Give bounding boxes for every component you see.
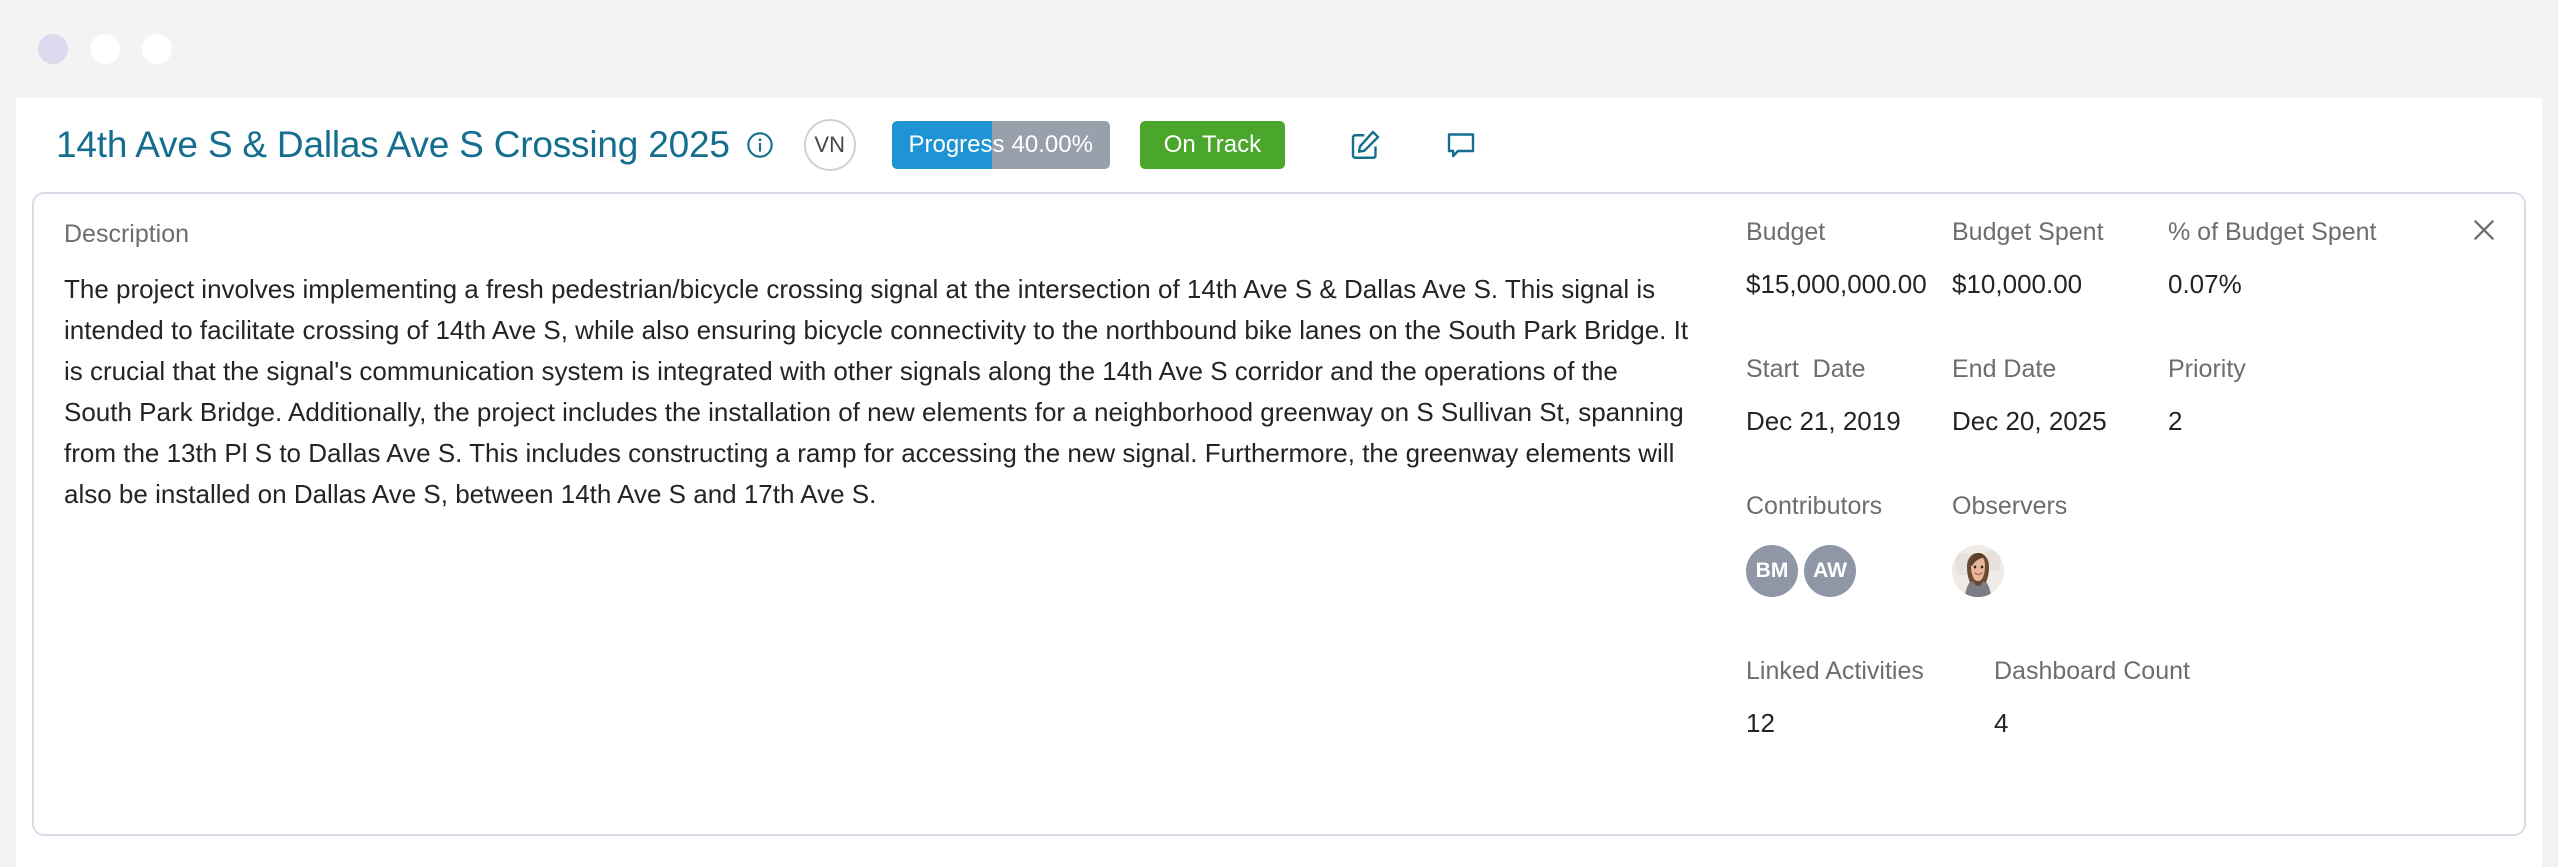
progress-bar-labels: Progress 40.00%: [892, 131, 1110, 159]
page-title: 14th Ave S & Dallas Ave S Crossing 2025: [56, 124, 730, 165]
description-label: Description: [64, 220, 190, 248]
budget-field: Budget $15,000,000.00: [1746, 218, 1952, 299]
observer-avatar-photo[interactable]: [1952, 545, 2004, 597]
window-chrome: [0, 0, 2558, 98]
window-dot-3[interactable]: [142, 34, 172, 64]
observers-label: Observers: [1952, 492, 2068, 520]
app-root: 14th Ave S & Dallas Ave S Crossing 2025 …: [0, 0, 2558, 867]
budget-spent-label: Budget Spent: [1952, 218, 2104, 246]
budget-label: Budget: [1746, 218, 1826, 246]
edit-pencil-icon[interactable]: [1345, 125, 1385, 165]
pct-budget-spent-value: 0.07%: [2168, 269, 2242, 299]
pct-budget-spent-label: % of Budget Spent: [2168, 218, 2377, 246]
description-section: Description The project involves impleme…: [34, 194, 1714, 515]
project-detail-card: Description The project involves impleme…: [32, 192, 2526, 836]
meta-row-dates: Start Date Dec 21, 2019 End Date Dec 20,…: [1746, 355, 2506, 436]
end-date-label: End Date: [1952, 355, 2057, 383]
start-date-value: Dec 21, 2019: [1746, 406, 1901, 436]
start-date-field: Start Date Dec 21, 2019: [1746, 355, 1952, 436]
meta-row-counts: Linked Activities 12 Dashboard Count 4: [1746, 657, 2506, 738]
dashboard-count-label: Dashboard Count: [1994, 657, 2190, 685]
observers-field: Observers: [1952, 494, 2067, 597]
priority-field: Priority 2: [2168, 355, 2246, 436]
info-icon[interactable]: [746, 131, 774, 159]
budget-spent-value: $10,000.00: [1952, 269, 2083, 299]
status-badge-label: On Track: [1163, 131, 1262, 158]
observers-avatar-stack: [1952, 545, 2067, 597]
status-badge[interactable]: On Track: [1139, 121, 1286, 169]
priority-value: 2: [2168, 406, 2183, 436]
project-meta-panel: Budget $15,000,000.00 Budget Spent $10,0…: [1746, 194, 2506, 736]
description-text: The project involves implementing a fres…: [64, 274, 1689, 509]
meta-row-people: Contributors BM AW Observers: [1746, 494, 2506, 597]
dashboard-count-field: Dashboard Count 4: [1994, 657, 2190, 738]
end-date-field: End Date Dec 20, 2025: [1952, 355, 2168, 436]
progress-value: 40.00%: [1011, 131, 1093, 158]
budget-value: $15,000,000.00: [1746, 269, 1927, 299]
project-header: 14th Ave S & Dallas Ave S Crossing 2025 …: [16, 98, 2542, 192]
contributors-label: Contributors: [1746, 492, 1883, 520]
owner-avatar-initials: VN: [814, 132, 845, 157]
meta-row-budget: Budget $15,000,000.00 Budget Spent $10,0…: [1746, 218, 2506, 299]
progress-label: Progress: [908, 131, 1005, 158]
contributors-field: Contributors BM AW: [1746, 494, 1952, 597]
progress-bar[interactable]: Progress 40.00%: [891, 121, 1110, 169]
priority-label: Priority: [2168, 355, 2246, 383]
comment-bubble-icon[interactable]: [1441, 125, 1481, 165]
start-date-label: Start Date: [1746, 355, 1866, 383]
budget-spent-field: Budget Spent $10,000.00: [1952, 218, 2168, 299]
end-date-value: Dec 20, 2025: [1952, 406, 2107, 436]
linked-activities-field: Linked Activities 12: [1746, 657, 1994, 738]
linked-activities-value: 12: [1746, 708, 1775, 738]
contributor-avatar[interactable]: AW: [1804, 545, 1856, 597]
contributor-avatar[interactable]: BM: [1746, 545, 1798, 597]
linked-activities-label: Linked Activities: [1746, 657, 1924, 685]
window-dot-2[interactable]: [90, 34, 120, 64]
contributors-avatar-stack: BM AW: [1746, 545, 1952, 597]
project-detail-sheet: 14th Ave S & Dallas Ave S Crossing 2025 …: [16, 98, 2542, 867]
owner-avatar[interactable]: VN: [803, 119, 856, 171]
dashboard-count-value: 4: [1994, 708, 2009, 738]
window-dot-1[interactable]: [38, 34, 68, 64]
pct-budget-spent-field: % of Budget Spent 0.07%: [2168, 218, 2377, 299]
